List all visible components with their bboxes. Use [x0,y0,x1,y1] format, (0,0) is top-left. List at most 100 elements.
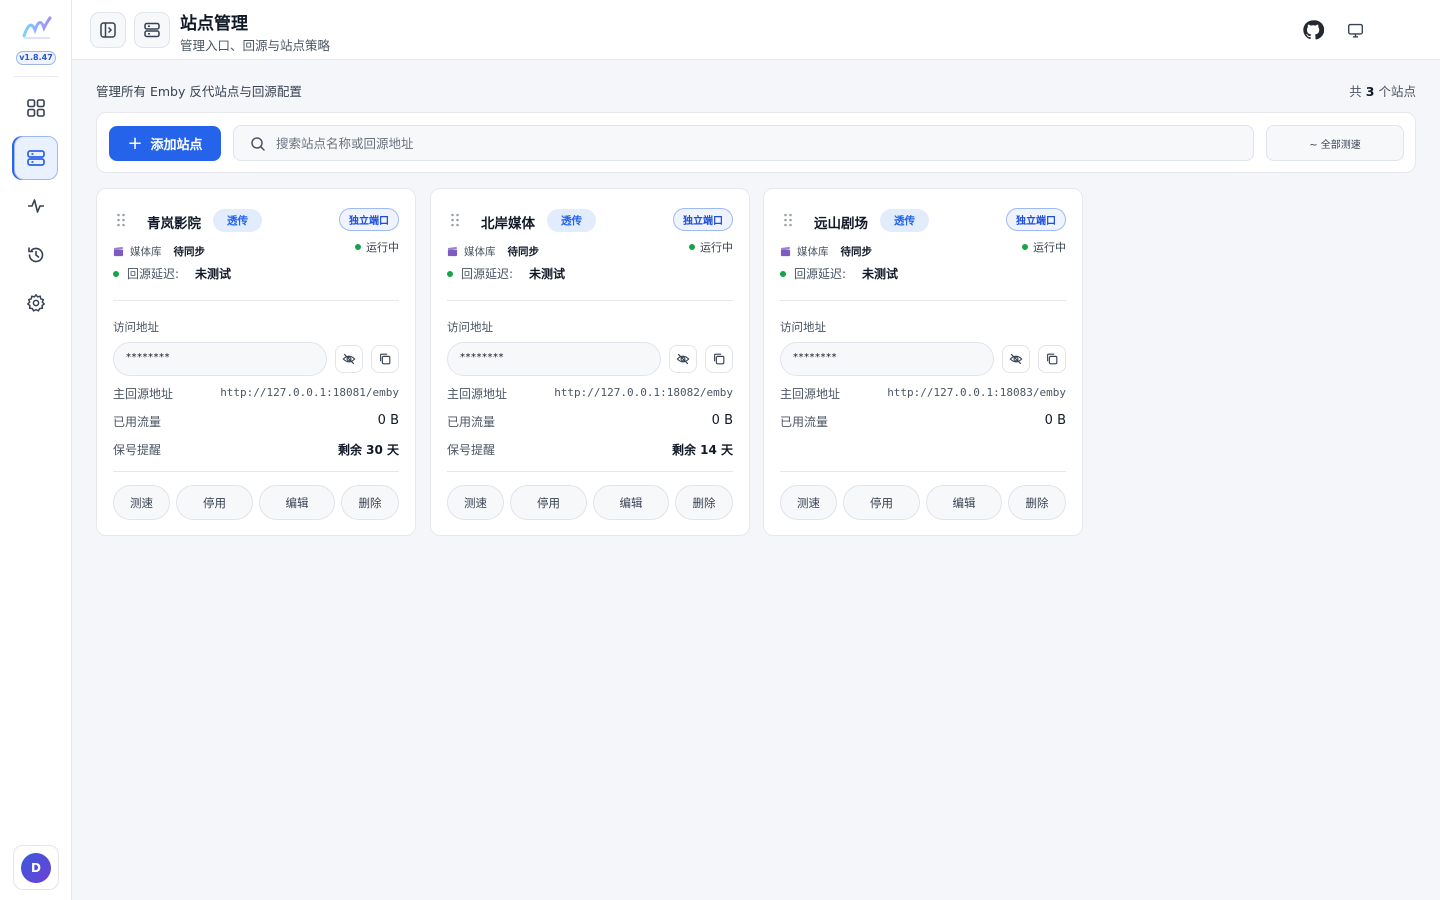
copy-address-button[interactable] [371,345,399,373]
status-text: 运行中 [366,241,399,254]
nav-dashboard[interactable] [14,86,58,130]
card-actions: 测速 停用 编辑 删除 [447,485,733,520]
origin-value: http://127.0.0.1:18083/emby [887,386,1066,399]
dashboard-icon [27,99,45,117]
origin-row: 主回源地址 http://127.0.0.1:18083/emby [780,385,1066,402]
clapperboard-icon [780,246,791,257]
search-icon [251,137,265,151]
test-all-button[interactable]: ~ 全部测速 [1266,125,1404,161]
site-name: 青岚影院 [147,216,201,232]
library-label: 媒体库 [797,246,829,258]
nav-sites[interactable] [14,136,58,180]
site-count: 共 3 个站点 [1349,81,1416,100]
library-label: 媒体库 [464,246,496,258]
speed-test-button[interactable]: 测速 [113,485,170,520]
nav-settings[interactable] [14,281,58,325]
latency-value: 未测试 [862,267,899,281]
access-label: 访问地址 [780,320,826,334]
library-label: 媒体库 [130,246,162,258]
drag-handle-icon[interactable] [116,213,126,227]
access-label: 访问地址 [447,320,493,334]
app-logo[interactable] [22,14,52,40]
origin-row: 主回源地址 http://127.0.0.1:18081/emby [113,385,399,402]
library-status: 媒体库 待同步 [113,244,205,259]
sidebar-toggle-icon [100,22,116,38]
latency-value: 未测试 [195,267,232,281]
library-value: 待同步 [840,246,873,258]
toggle-sidebar-button[interactable] [90,12,126,48]
disable-button[interactable]: 停用 [176,485,253,520]
page-icon-button[interactable] [134,12,170,48]
gear-icon [27,294,45,312]
traffic-label: 已用流量 [780,415,829,429]
latency-dot-icon [780,270,786,277]
edit-button[interactable]: 编辑 [259,485,335,520]
count-suffix: 个站点 [1378,84,1416,99]
access-address-field[interactable]: ******** [780,342,994,376]
copy-address-button[interactable] [1038,345,1066,373]
page-description: 管理所有 Emby 反代站点与回源配置 [96,84,302,99]
server-icon [144,22,160,38]
keep-value: 剩余 30 天 [337,443,399,457]
edit-button[interactable]: 编辑 [593,485,669,520]
delete-button[interactable]: 删除 [341,485,399,520]
copy-address-button[interactable] [705,345,733,373]
github-link[interactable] [1301,18,1325,42]
avatar: D [21,852,51,883]
drag-handle-icon[interactable] [450,213,460,227]
speed-test-button[interactable]: 测速 [447,485,504,520]
library-status: 媒体库 待同步 [780,244,872,259]
card-actions: 测速 停用 编辑 删除 [113,485,399,520]
origin-label: 主回源地址 [113,387,174,401]
toggle-visibility-button[interactable] [1002,345,1030,373]
site-card: 北岸媒体 透传 独立端口 运行中 媒体库 待同步 回源延迟: 未测试 访问地址 … [430,188,750,536]
sidebar: v1.8.47 D [0,0,72,900]
access-address-field[interactable]: ******** [447,342,661,376]
eye-off-icon [1009,353,1023,365]
card-divider [447,300,733,301]
access-label: 访问地址 [113,320,159,334]
drag-handle-icon[interactable] [783,213,793,227]
port-badge: 独立端口 [1006,208,1066,231]
count-prefix: 共 [1349,84,1362,99]
sidebar-divider [14,76,58,77]
origin-value: http://127.0.0.1:18082/emby [554,386,733,399]
origin-label: 主回源地址 [780,387,841,401]
monitor-icon [1347,23,1363,38]
disable-button[interactable]: 停用 [843,485,920,520]
site-card: 青岚影院 透传 独立端口 运行中 媒体库 待同步 回源延迟: 未测试 访问地址 … [96,188,416,536]
plus-icon: + [127,132,143,154]
status-indicator: 运行中 [1022,239,1066,255]
speed-test-button[interactable]: 测速 [780,485,837,520]
access-address-field[interactable]: ******** [113,342,327,376]
count-value: 3 [1365,84,1375,99]
user-menu[interactable]: D [13,845,59,890]
theme-toggle-button[interactable] [1343,18,1367,42]
toggle-visibility-button[interactable] [669,345,697,373]
latency-label: 回源延迟: [127,267,180,281]
latency-status: 回源延迟: 未测试 [447,265,565,282]
edit-button[interactable]: 编辑 [926,485,1002,520]
delete-button[interactable]: 删除 [1008,485,1066,520]
site-name: 北岸媒体 [481,216,535,232]
version-badge: v1.8.47 [16,51,56,65]
origin-row: 主回源地址 http://127.0.0.1:18082/emby [447,385,733,402]
card-divider [113,300,399,301]
traffic-value: 0 B [711,413,733,428]
page-subtitle: 管理入口、回源与站点策略 [180,38,331,53]
library-value: 待同步 [507,246,540,258]
nav-history[interactable] [14,233,58,277]
add-site-button[interactable]: + 添加站点 [109,126,221,161]
toggle-visibility-button[interactable] [335,345,363,373]
latency-status: 回源延迟: 未测试 [113,265,231,282]
disable-button[interactable]: 停用 [510,485,587,520]
status-text: 运行中 [1033,241,1066,254]
delete-button[interactable]: 删除 [675,485,733,520]
latency-label: 回源延迟: [461,267,514,281]
keep-label: 保号提醒 [447,443,496,457]
search-input[interactable] [276,126,1236,160]
mode-badge: 透传 [880,209,929,232]
site-card: 远山剧场 透传 独立端口 运行中 媒体库 待同步 回源延迟: 未测试 访问地址 … [763,188,1083,536]
latency-status: 回源延迟: 未测试 [780,265,898,282]
nav-monitor[interactable] [14,184,58,228]
